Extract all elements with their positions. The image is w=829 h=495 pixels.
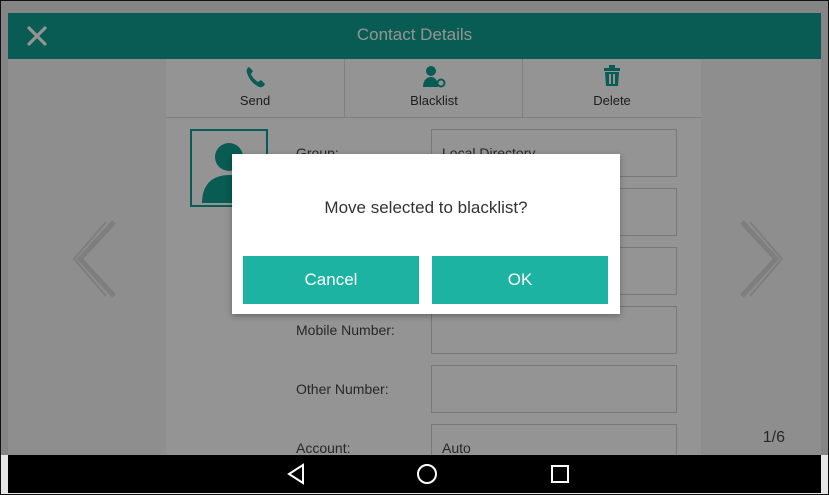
screen: Contact Details Send Blacklist Delete Gr… <box>0 0 829 495</box>
blacklist-confirm-dialog: Move selected to blacklist? Cancel OK <box>232 154 620 314</box>
recents-icon[interactable] <box>546 461 574 487</box>
home-icon[interactable] <box>413 461 441 487</box>
dialog-message: Move selected to blacklist? <box>324 198 528 217</box>
cancel-button[interactable]: Cancel <box>243 256 419 304</box>
system-nav-bar <box>8 455 821 493</box>
ok-button[interactable]: OK <box>432 256 608 304</box>
back-icon[interactable] <box>282 461 310 487</box>
